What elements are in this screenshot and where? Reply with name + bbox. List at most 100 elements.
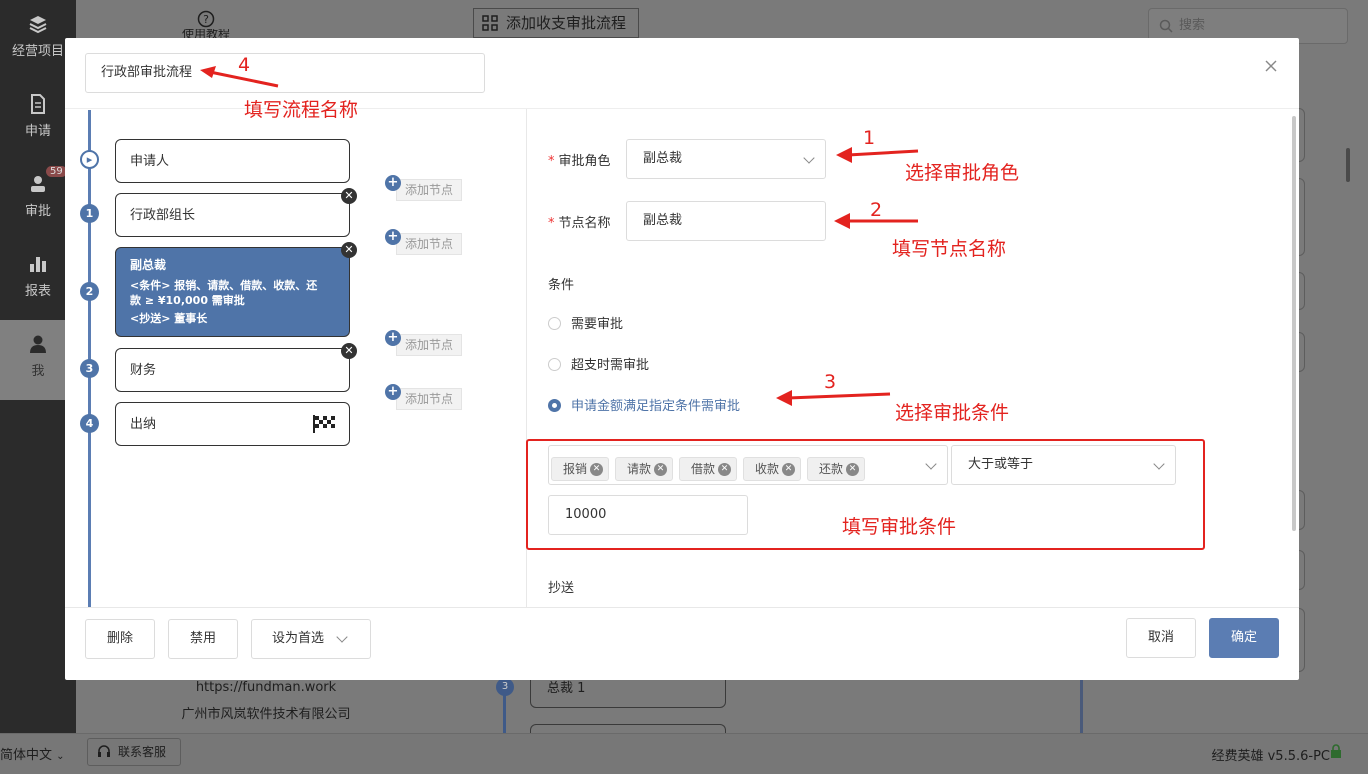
annotation-box-label: 填写审批条件 [842, 516, 957, 538]
annotation-text-1: 选择审批角色 [905, 162, 1020, 184]
radio-circle [548, 317, 561, 330]
node-label: 副总裁 [130, 258, 167, 272]
add-node-label: 添加节点 [396, 388, 462, 410]
cc-label: 抄送 [548, 581, 575, 596]
layers-icon [29, 16, 47, 34]
set-preferred-button[interactable]: 设为首选 [251, 619, 371, 659]
nav-label: 报表 [24, 284, 51, 299]
node-condition: <条件> 报销、请款、借款、收款、还 [130, 279, 318, 292]
chevron-down-icon [336, 631, 348, 643]
node-name-label-text: 节点名称 [558, 216, 611, 231]
form-scrollbar[interactable] [1292, 116, 1296, 531]
radio-label: 需要审批 [571, 317, 624, 332]
radio-label: 超支时需审批 [571, 358, 650, 373]
search-icon [1159, 19, 1173, 33]
delete-node-icon[interactable]: ✕ [341, 343, 357, 359]
flow-node-1[interactable]: 行政部组长 [115, 193, 350, 237]
step-number: 4 [80, 414, 99, 433]
add-node-label: 添加节点 [396, 179, 462, 201]
annotation-text-3: 选择审批条件 [895, 402, 1010, 424]
role-value: 副总裁 [643, 151, 683, 166]
role-select[interactable]: 副总裁 [626, 139, 826, 179]
radio-amount-condition[interactable]: 申请金额满足指定条件需审批 [548, 395, 740, 414]
node-label: 财务 [130, 363, 157, 378]
help-area: ? 使用教程 [76, 0, 446, 40]
radio-label: 申请金额满足指定条件需审批 [571, 399, 741, 414]
add-node-label: 添加节点 [396, 233, 462, 255]
plus-icon: + [385, 175, 401, 191]
document-icon [31, 94, 45, 114]
nav-label: 审批 [24, 204, 51, 219]
language-select[interactable]: 简体中文 ⌄ [0, 744, 65, 763]
person-icon [30, 335, 46, 353]
flow-node-applicant[interactable]: 申请人 [115, 139, 350, 183]
chevron-down-icon [803, 152, 815, 164]
cancel-button[interactable]: 取消 [1126, 618, 1196, 658]
disable-button[interactable]: 禁用 [168, 619, 238, 659]
flow-node-4[interactable]: 出纳 [115, 402, 350, 446]
annotation-arrow-icon [836, 147, 919, 163]
annotation-arrow-icon [834, 213, 918, 229]
bg-step: 3 [496, 678, 514, 696]
node-label: 申请人 [130, 154, 170, 169]
delete-node-icon[interactable]: ✕ [341, 242, 357, 258]
lock-icon [1331, 744, 1341, 758]
status-bar [0, 733, 1368, 774]
set-preferred-label: 设为首选 [272, 631, 325, 646]
bg-scrollbar[interactable] [1346, 148, 1350, 182]
svg-text:?: ? [203, 13, 209, 26]
plus-icon: + [385, 330, 401, 346]
node-name-label: * 节点名称 [548, 216, 611, 231]
flow-name-input[interactable]: 行政部审批流程 [85, 53, 485, 93]
support-button[interactable]: 联系客服 [87, 738, 181, 766]
radio-need-approval[interactable]: 需要审批 [548, 313, 623, 332]
tab-title: 添加收支审批流程 [506, 14, 627, 32]
support-label: 联系客服 [118, 745, 167, 759]
help-icon[interactable]: ? [197, 10, 215, 28]
annotation-text-4: 填写流程名称 [244, 99, 359, 121]
nav-label: 我 [31, 364, 45, 379]
divider [65, 607, 1299, 608]
start-step-icon: ▸ [80, 150, 99, 169]
help-label[interactable]: 使用教程 [182, 29, 230, 38]
finish-flag-icon [313, 415, 335, 433]
company-name: 广州市风岚软件技术有限公司 [181, 707, 351, 722]
annotation-arrow-icon [200, 66, 279, 88]
search-placeholder: 搜索 [1179, 18, 1206, 33]
bg-timeline [1080, 680, 1083, 733]
condition-label: 条件 [548, 278, 575, 293]
radio-circle [548, 358, 561, 371]
bg-footer: https://fundman.work 广州市风岚软件技术有限公司 [76, 680, 456, 732]
close-icon[interactable] [1265, 60, 1277, 72]
step-number: 1 [80, 204, 99, 223]
node-name-input[interactable]: 副总裁 [626, 201, 826, 241]
radio-circle [548, 399, 561, 412]
flow-name-value: 行政部审批流程 [101, 65, 193, 80]
annotation-arrow-icon [776, 390, 891, 406]
flow-node-3[interactable]: 财务 [115, 348, 350, 392]
badge-count: 59 [46, 166, 67, 177]
website-link[interactable]: https://fundman.work [76, 680, 456, 695]
annotation-text-2: 填写节点名称 [892, 238, 1007, 260]
flow-icon [482, 15, 498, 31]
delete-button[interactable]: 删除 [85, 619, 155, 659]
node-label: 行政部组长 [130, 208, 196, 223]
version-text: 经费英雄 v5.5.6-PC [1211, 745, 1330, 764]
step-number: 3 [80, 359, 99, 378]
plus-icon: + [385, 229, 401, 245]
version-label: 经费英雄 v5.5.6-PC [1211, 749, 1330, 764]
chevron-down-icon: ⌄ [56, 751, 65, 762]
bar-chart-icon [30, 257, 46, 272]
node-name-value: 副总裁 [643, 213, 683, 228]
bg-node-label: 总裁 1 [547, 681, 586, 696]
page-tab[interactable]: 添加收支审批流程 [473, 8, 639, 38]
flow-node-2-selected[interactable]: 副总裁 <条件> 报销、请款、借款、收款、还 款 ≥ ¥10,000 需审批 <… [115, 247, 350, 337]
plus-icon: + [385, 384, 401, 400]
node-condition-cont: 款 ≥ ¥10,000 需审批 [130, 294, 245, 307]
confirm-button[interactable]: 确定 [1209, 618, 1279, 658]
node-cc: <抄送> 董事长 [130, 312, 208, 325]
radio-overspend-approval[interactable]: 超支时需审批 [548, 354, 649, 373]
headset-icon [98, 745, 110, 757]
user-stamp-icon [31, 176, 45, 192]
delete-node-icon[interactable]: ✕ [341, 188, 357, 204]
